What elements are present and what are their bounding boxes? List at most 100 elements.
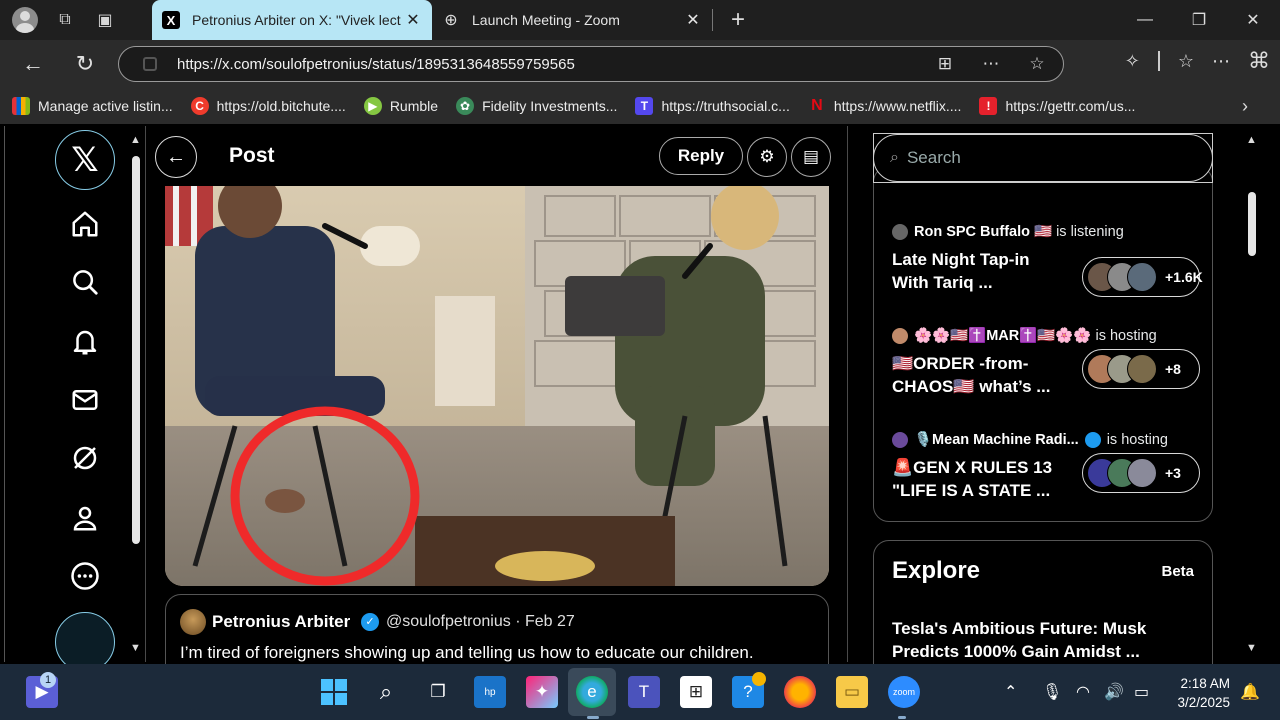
bookmarks-chevron-right-icon[interactable]: › — [1242, 96, 1248, 117]
quoted-author-name[interactable]: Petronius Arbiter — [212, 612, 350, 632]
app-available-icon[interactable]: ⊞ — [929, 54, 961, 74]
copilot-app-icon[interactable]: ✦ — [526, 676, 558, 708]
nav-grok[interactable] — [55, 428, 115, 488]
space-status: is hosting — [1106, 431, 1168, 448]
restore-icon[interactable]: ❐ — [1172, 0, 1226, 40]
battery-icon[interactable]: ▭ — [1134, 682, 1149, 702]
nav-messages[interactable] — [55, 370, 115, 430]
notifications-bell-icon[interactable]: 🔔 — [1240, 682, 1260, 702]
hp-app-icon[interactable]: hp — [474, 676, 506, 708]
bookmark-bitchute[interactable]: Chttps://old.bitchute.... — [190, 97, 346, 115]
start-windows-icon[interactable] — [318, 676, 350, 708]
microphone-icon[interactable]: 🎙 — [1042, 682, 1062, 702]
search-icon[interactable]: ⌕ — [370, 676, 402, 708]
minimize-icon[interactable]: — — [1118, 0, 1172, 40]
favorite-star-icon[interactable]: ☆ — [1021, 54, 1053, 74]
chevron-up-icon[interactable]: ⌃ — [1004, 682, 1017, 702]
workspaces-icon[interactable]: ⧉ — [52, 7, 78, 33]
copilot-icon[interactable]: ⌘ — [1248, 48, 1270, 74]
window-close-icon[interactable]: ✕ — [1226, 0, 1280, 40]
nav-more[interactable] — [55, 546, 115, 606]
avatar — [1127, 354, 1157, 384]
bookmark-rumble[interactable]: ▶ Rumble — [363, 97, 438, 115]
task-view-icon[interactable]: ❐ — [422, 676, 454, 708]
ebay-icon — [12, 97, 30, 115]
space-item[interactable]: Ron SPC Buffalo 🇺🇸 is listening Late Nigh… — [892, 223, 1203, 297]
page-title: Post — [229, 144, 275, 167]
site-info-icon[interactable] — [143, 57, 157, 71]
scroll-up-icon[interactable]: ▲ — [1246, 134, 1257, 146]
new-tab-icon[interactable]: + — [723, 6, 753, 34]
back-icon[interactable]: ← — [18, 49, 48, 79]
more-tools-icon[interactable]: ⋯ — [975, 54, 1007, 74]
wifi-icon[interactable]: ◠ — [1076, 682, 1090, 702]
scroll-up-icon[interactable]: ▲ — [130, 134, 141, 146]
compose-post-button[interactable] — [55, 612, 115, 672]
tab-x-post[interactable]: X Petronius Arbiter on X: "Vivek lect ✕ — [152, 0, 432, 40]
nav-profile[interactable] — [55, 488, 115, 548]
close-tab-icon[interactable]: ✕ — [684, 10, 702, 30]
favorites-icon[interactable]: ☆ — [1178, 51, 1194, 72]
tab-zoom[interactable]: ⊕ Launch Meeting - Zoom ✕ — [432, 0, 712, 40]
settings-more-icon[interactable]: ⋯ — [1212, 51, 1230, 72]
bookmark-gettr[interactable]: ! https://gettr.com/us... — [979, 97, 1135, 115]
scroll-down-icon[interactable]: ▼ — [130, 642, 141, 654]
scrollbar-thumb[interactable] — [132, 156, 140, 544]
avatar[interactable] — [180, 609, 206, 635]
zoom-icon[interactable]: zoom — [888, 676, 920, 708]
nav-explore[interactable] — [55, 252, 115, 312]
firefox-icon[interactable] — [784, 676, 816, 708]
close-tab-icon[interactable]: ✕ — [404, 10, 422, 30]
back-button[interactable]: ← — [155, 136, 197, 178]
x-favicon-icon: X — [162, 11, 180, 29]
space-item[interactable]: 🌸🌸🇺🇸✝️MAR✝️🇺🇸🌸🌸 is hosting 🇺🇸ORDER -from-… — [892, 327, 1202, 398]
bookmark-ebay[interactable]: Manage active listin... — [12, 97, 173, 115]
scrollbar-thumb[interactable] — [1248, 192, 1256, 256]
space-listeners-badge[interactable]: +1.6K — [1082, 257, 1203, 297]
url-text[interactable]: https://x.com/soulofpetronius/status/189… — [177, 56, 929, 73]
volume-icon[interactable]: 🔊 — [1104, 682, 1124, 702]
space-listeners-badge[interactable]: +8 — [1082, 349, 1200, 389]
post-media-image[interactable] — [165, 186, 829, 586]
verified-badge-icon: ✓ — [361, 613, 379, 631]
gettr-icon: ! — [979, 97, 998, 115]
globe-icon: ⊕ — [444, 12, 458, 29]
space-listeners-badge[interactable]: +3 — [1082, 453, 1200, 493]
explore-title: Explore — [892, 557, 981, 584]
right-scrollbar[interactable]: ▲ ▼ — [1245, 130, 1259, 656]
left-scrollbar[interactable]: ▲ ▼ — [129, 130, 143, 656]
space-item[interactable]: 🎙️Mean Machine Radi... is hosting 🚨GEN X … — [892, 431, 1202, 502]
space-title: 🚨GEN X RULES 13 "LIFE IS A STATE ... — [892, 458, 1053, 500]
refresh-icon[interactable]: ↻ — [70, 49, 100, 79]
tab-title: Launch Meeting - Zoom — [472, 12, 620, 28]
teams-icon[interactable]: T — [628, 676, 660, 708]
bookmark-fidelity[interactable]: ✿ Fidelity Investments... — [456, 97, 617, 115]
help-badge — [752, 672, 766, 686]
bookmark-truthsocial[interactable]: Thttps://truthsocial.c... — [635, 97, 790, 115]
explore-news-item[interactable]: Tesla's Ambitious Future: Musk Predicts … — [892, 617, 1192, 663]
truthsocial-icon: T — [635, 97, 654, 115]
clock-date: 3/2/2025 — [1177, 695, 1230, 710]
extensions-icon[interactable]: ✧ — [1125, 51, 1140, 72]
scroll-down-icon[interactable]: ▼ — [1246, 642, 1257, 654]
filter-sliders-icon[interactable]: ⚙ — [747, 137, 787, 177]
address-bar[interactable]: https://x.com/soulofpetronius/status/189… — [118, 46, 1064, 82]
bookmark-netflix[interactable]: Nhttps://www.netflix.... — [808, 97, 961, 115]
netflix-icon: N — [811, 97, 823, 114]
edge-browser-icon[interactable]: e — [576, 676, 608, 708]
search-input[interactable]: ⌕ Search — [873, 134, 1213, 182]
vertical-tabs-icon[interactable]: ▣ — [92, 7, 118, 33]
listener-count: +8 — [1165, 361, 1181, 377]
system-clock[interactable]: 2:18 AM 3/2/2025 — [1168, 674, 1230, 712]
quoted-author-handle-date[interactable]: @soulofpetronius · Feb 27 — [386, 613, 575, 631]
nav-notifications[interactable] — [55, 312, 115, 372]
quoted-post-text: I’m tired of foreigners showing up and t… — [180, 643, 754, 662]
nav-home[interactable] — [55, 194, 115, 254]
x-home-logo[interactable]: 𝕏 — [55, 130, 115, 190]
more-circle-icon — [71, 562, 99, 590]
reader-mode-icon[interactable]: ▤ — [791, 137, 831, 177]
profile-icon[interactable] — [12, 7, 38, 33]
file-explorer-icon[interactable]: ▭ — [836, 676, 868, 708]
reply-button[interactable]: Reply — [659, 137, 743, 175]
store-icon[interactable]: ⊞ — [680, 676, 712, 708]
